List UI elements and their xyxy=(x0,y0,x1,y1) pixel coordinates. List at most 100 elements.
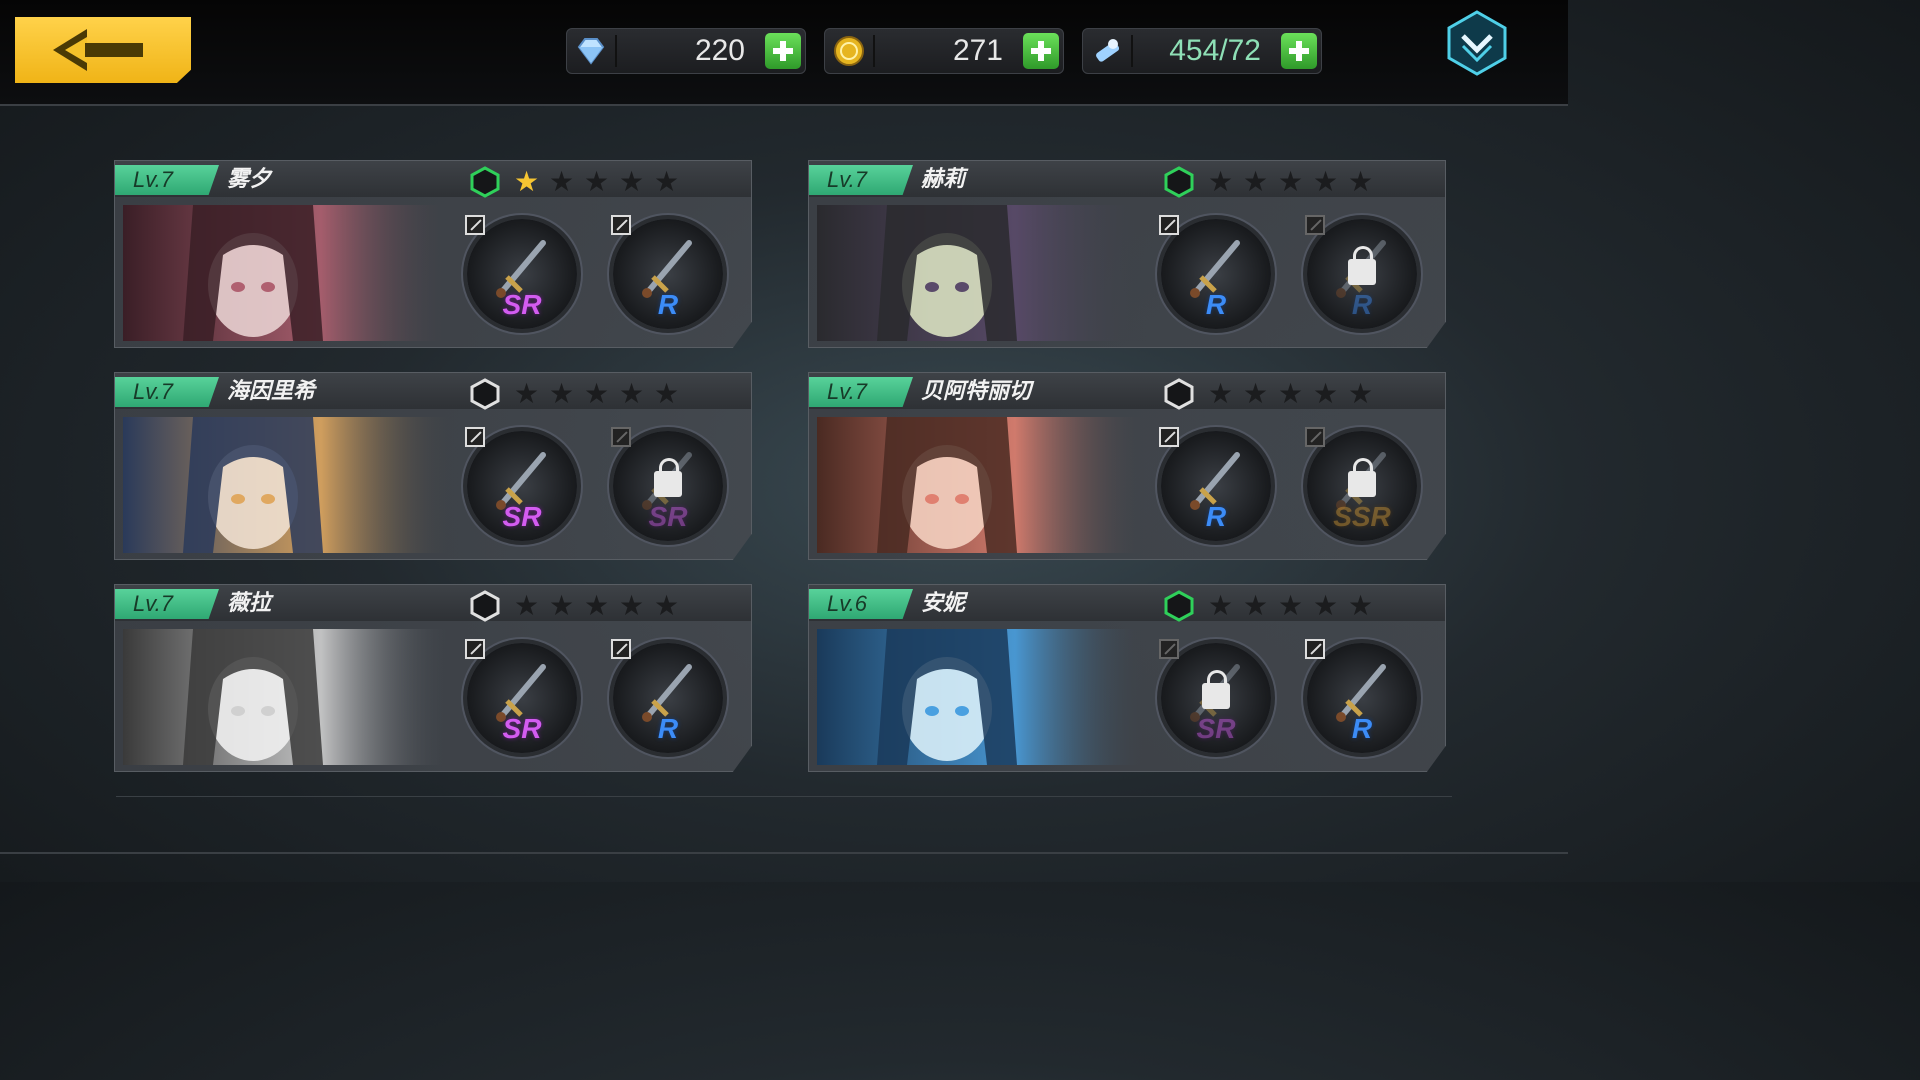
character-name: 安妮 xyxy=(921,591,966,616)
edit-icon[interactable] xyxy=(611,639,631,659)
star-icon: ★ xyxy=(1242,377,1269,410)
star-icon: ★ xyxy=(1312,377,1339,410)
edit-icon[interactable] xyxy=(1305,215,1325,235)
star-icon: ★ xyxy=(1207,165,1234,198)
edit-icon[interactable] xyxy=(611,427,631,447)
star-icon: ★ xyxy=(653,377,680,410)
stamina-counter: 454/72 xyxy=(1082,28,1322,74)
star-icon: ★ xyxy=(653,589,680,622)
star-icon: ★ xyxy=(1242,589,1269,622)
divider xyxy=(0,852,1568,854)
diamond-value: 220 xyxy=(694,34,745,67)
character-name: 赫莉 xyxy=(921,167,966,192)
weapon-slot[interactable]: SR xyxy=(611,427,723,541)
rarity-label: R xyxy=(1351,713,1373,744)
gold-coin-icon xyxy=(831,33,867,69)
edit-icon[interactable] xyxy=(465,639,485,659)
edit-icon[interactable] xyxy=(1159,639,1179,659)
stamina-ticket-icon xyxy=(1089,33,1125,69)
add-diamond-button[interactable] xyxy=(765,33,801,69)
stamina-value: 454/72 xyxy=(1169,34,1261,67)
weapon-slot[interactable]: SR xyxy=(465,427,577,541)
weapon-slot[interactable]: R xyxy=(1159,215,1271,329)
level-badge: Lv.7 xyxy=(115,377,219,407)
character-card[interactable]: Lv.7 赫莉 ★ ★ ★ ★ ★ R R xyxy=(808,160,1446,348)
character-name: 雾夕 xyxy=(227,167,272,192)
character-portrait xyxy=(123,417,453,553)
edit-icon[interactable] xyxy=(465,215,485,235)
character-portrait xyxy=(817,205,1147,341)
star-icon: ★ xyxy=(548,165,575,198)
star-rating: ★ ★ ★ ★ ★ xyxy=(509,379,684,409)
star-rating: ★ ★ ★ ★ ★ xyxy=(509,167,684,197)
weapon-slot[interactable]: R xyxy=(611,215,723,329)
back-arrow-tail xyxy=(85,43,143,57)
add-stamina-button[interactable] xyxy=(1281,33,1317,69)
awaken-hexagon-icon xyxy=(1164,378,1194,410)
star-icon: ★ xyxy=(618,377,645,410)
character-portrait xyxy=(123,205,453,341)
star-icon: ★ xyxy=(1277,589,1304,622)
weapon-slot[interactable]: SR xyxy=(465,639,577,753)
star-icon: ★ xyxy=(1312,589,1339,622)
weapon-slot[interactable]: R xyxy=(611,639,723,753)
rarity-label: R xyxy=(1205,289,1227,320)
rarity-label: SR xyxy=(1196,713,1236,744)
rarity-label: R xyxy=(1351,289,1373,320)
edit-icon[interactable] xyxy=(611,215,631,235)
star-icon: ★ xyxy=(1347,165,1374,198)
divider xyxy=(116,796,1452,797)
edit-icon[interactable] xyxy=(1305,427,1325,447)
weapon-slot[interactable]: SR xyxy=(465,215,577,329)
edit-icon[interactable] xyxy=(1159,427,1179,447)
star-icon: ★ xyxy=(513,165,540,198)
divider xyxy=(873,35,875,67)
star-rating: ★ ★ ★ ★ ★ xyxy=(1203,167,1378,197)
rarity-label: SR xyxy=(502,501,542,532)
divider xyxy=(615,35,617,67)
awaken-hexagon-icon xyxy=(470,166,500,198)
diamond-icon xyxy=(573,33,609,69)
rarity-label: SR xyxy=(502,713,542,744)
weapon-slot[interactable]: R xyxy=(1305,639,1417,753)
character-card[interactable]: Lv.6 安妮 ★ ★ ★ ★ ★ SR R xyxy=(808,584,1446,772)
level-badge: Lv.7 xyxy=(115,165,219,195)
star-icon: ★ xyxy=(618,165,645,198)
weapon-slot[interactable]: R xyxy=(1305,215,1417,329)
edit-icon[interactable] xyxy=(1159,215,1179,235)
back-arrow-icon xyxy=(53,29,87,71)
star-icon: ★ xyxy=(548,589,575,622)
lock-icon xyxy=(654,458,682,497)
star-rating: ★ ★ ★ ★ ★ xyxy=(509,591,684,621)
level-badge: Lv.6 xyxy=(809,589,913,619)
star-icon: ★ xyxy=(1207,589,1234,622)
divider xyxy=(1131,35,1133,67)
diamond-counter: 220 xyxy=(566,28,806,74)
star-icon: ★ xyxy=(1312,165,1339,198)
star-icon: ★ xyxy=(583,165,610,198)
character-card[interactable]: Lv.7 贝阿特丽切 ★ ★ ★ ★ ★ R SSR xyxy=(808,372,1446,560)
add-gold-button[interactable] xyxy=(1023,33,1059,69)
character-card[interactable]: Lv.7 海因里希 ★ ★ ★ ★ ★ SR SR xyxy=(114,372,752,560)
star-icon: ★ xyxy=(618,589,645,622)
star-icon: ★ xyxy=(1277,377,1304,410)
lock-icon xyxy=(1348,458,1376,497)
star-icon: ★ xyxy=(1347,589,1374,622)
rarity-label: R xyxy=(1205,501,1227,532)
gold-counter: 271 xyxy=(824,28,1064,74)
weapon-slot[interactable]: SR xyxy=(1159,639,1271,753)
menu-dropdown-button[interactable] xyxy=(1445,10,1509,76)
awaken-hexagon-icon xyxy=(1164,590,1194,622)
character-portrait xyxy=(817,629,1147,765)
back-button[interactable] xyxy=(15,17,191,83)
weapon-slot[interactable]: R xyxy=(1159,427,1271,541)
edit-icon[interactable] xyxy=(465,427,485,447)
character-card[interactable]: Lv.7 薇拉 ★ ★ ★ ★ ★ SR R xyxy=(114,584,752,772)
level-badge: Lv.7 xyxy=(809,377,913,407)
edit-icon[interactable] xyxy=(1305,639,1325,659)
character-card[interactable]: Lv.7 雾夕 ★ ★ ★ ★ ★ SR R xyxy=(114,160,752,348)
rarity-label: SR xyxy=(648,501,688,532)
level-badge: Lv.7 xyxy=(809,165,913,195)
star-icon: ★ xyxy=(1207,377,1234,410)
weapon-slot[interactable]: SSR xyxy=(1305,427,1417,541)
